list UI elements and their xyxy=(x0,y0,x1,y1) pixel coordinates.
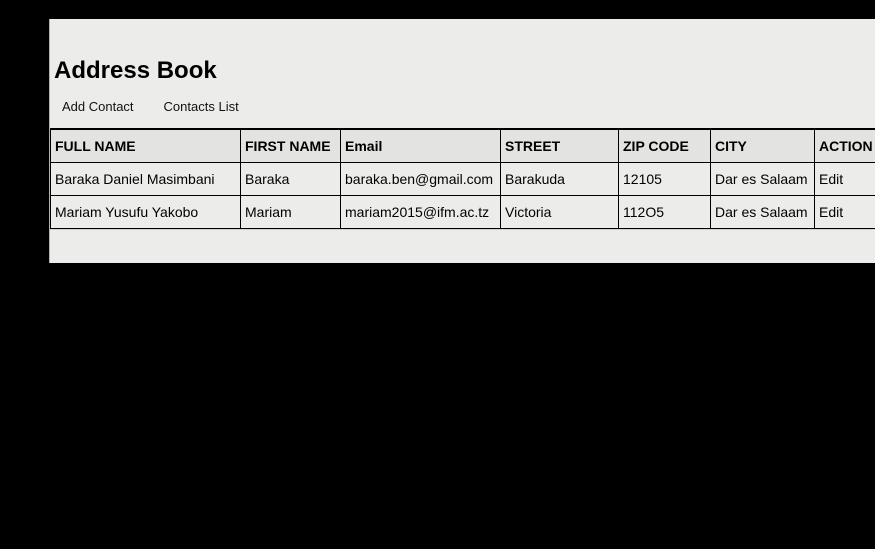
table-row: Mariam Yusufu Yakobo Mariam mariam2015@i… xyxy=(51,196,875,229)
th-action: ACTION xyxy=(815,129,875,163)
th-full-name: FULL NAME xyxy=(51,129,241,163)
cell-zip: 12105 xyxy=(619,163,711,196)
cell-full-name: Mariam Yusufu Yakobo xyxy=(51,196,241,229)
edit-link[interactable]: Edit xyxy=(819,204,843,220)
add-contact-link[interactable]: Add Contact xyxy=(50,99,134,114)
cell-email: baraka.ben@gmail.com xyxy=(341,163,501,196)
th-street: STREET xyxy=(501,129,619,163)
footer-strip xyxy=(50,229,875,263)
contacts-table: FULL NAME FIRST NAME Email STREET ZIP CO… xyxy=(50,128,875,229)
page-title: Address Book xyxy=(50,19,875,85)
cell-zip: 112O5 xyxy=(619,196,711,229)
cell-email: mariam2015@ifm.ac.tz xyxy=(341,196,501,229)
cell-street: Victoria xyxy=(501,196,619,229)
th-first-name: FIRST NAME xyxy=(241,129,341,163)
nav-bar: Add Contact Contacts List xyxy=(50,99,875,114)
th-city: CITY xyxy=(711,129,815,163)
table-row: Baraka Daniel Masimbani Baraka baraka.be… xyxy=(51,163,875,196)
cell-full-name: Baraka Daniel Masimbani xyxy=(51,163,241,196)
th-zip: ZIP CODE xyxy=(619,129,711,163)
cell-city: Dar es Salaam xyxy=(711,196,815,229)
cell-city: Dar es Salaam xyxy=(711,163,815,196)
main-panel: Address Book Add Contact Contacts List F… xyxy=(49,19,875,263)
cell-street: Barakuda xyxy=(501,163,619,196)
table-header-row: FULL NAME FIRST NAME Email STREET ZIP CO… xyxy=(51,129,875,163)
cell-first-name: Mariam xyxy=(241,196,341,229)
contacts-list-link[interactable]: Contacts List xyxy=(164,99,239,114)
edit-link[interactable]: Edit xyxy=(819,171,843,187)
cell-first-name: Baraka xyxy=(241,163,341,196)
th-email: Email xyxy=(341,129,501,163)
